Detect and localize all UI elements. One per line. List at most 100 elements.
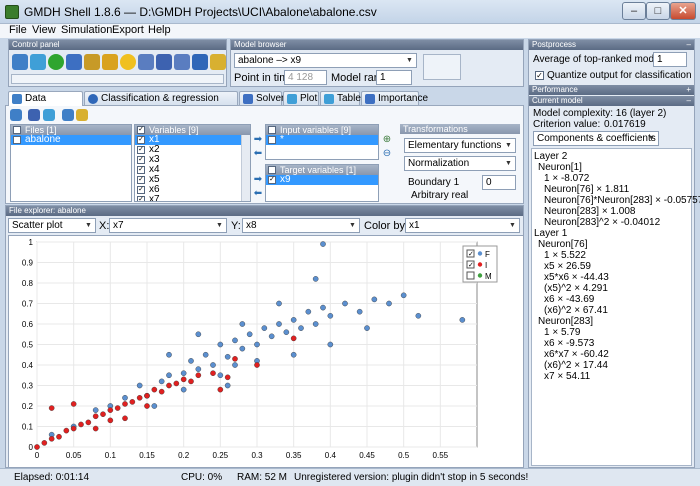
settings-icon[interactable] (174, 54, 190, 70)
next-icon[interactable] (120, 54, 136, 70)
save-icon[interactable] (28, 109, 40, 121)
checkbox[interactable] (268, 136, 276, 144)
play-icon[interactable] (48, 54, 64, 70)
tree-node[interactable]: Neuron[283]^2 × -0.04012 (544, 217, 660, 228)
collapse-icon[interactable]: – (687, 40, 691, 50)
tab-classification[interactable]: Classification & regression preprocess (84, 91, 238, 118)
tree-node[interactable]: x6 × -43.69 (544, 294, 594, 305)
menu-view[interactable]: View (32, 24, 56, 36)
color-by-select[interactable]: x1 ▼ (405, 218, 520, 233)
checkbox[interactable]: ✓ (137, 156, 145, 164)
tab-importance[interactable]: Importance (361, 91, 428, 105)
menu-simulation[interactable]: Simulation (61, 24, 112, 36)
add-icon[interactable]: ⊕ (381, 134, 393, 146)
tree-node[interactable]: Neuron[283] × 1.008 (544, 206, 635, 217)
model-rank-spinner[interactable]: 1 (376, 70, 412, 85)
checkbox[interactable]: ✓ (137, 166, 145, 174)
save-all-icon[interactable] (43, 109, 55, 121)
move-left-icon[interactable]: ⬅ (252, 188, 264, 200)
tree-node[interactable]: Layer 1 (534, 228, 567, 239)
checkbox[interactable]: ✓ (268, 176, 276, 184)
menu-help[interactable]: Help (148, 24, 171, 36)
tree-node[interactable]: 1 × -8.072 (544, 173, 589, 184)
tab-data-manager[interactable]: Data manager (8, 91, 83, 118)
move-right-icon[interactable]: ➡ (252, 134, 264, 146)
save-icon[interactable] (156, 54, 172, 70)
tab-table[interactable]: Table (320, 91, 361, 105)
list-item[interactable]: ✓ x9 (266, 175, 378, 185)
list-item[interactable]: ✓ x7 (135, 195, 250, 201)
tree-node[interactable]: (x5)^2 × 4.291 (544, 283, 608, 294)
tree-node[interactable]: x7 × 54.11 (544, 371, 590, 382)
y-select[interactable]: x8 ▼ (242, 218, 360, 233)
remove-icon[interactable]: ⊖ (381, 148, 393, 160)
open-icon[interactable] (12, 54, 28, 70)
normalization-select[interactable]: Normalization ▼ (404, 156, 516, 171)
checkbox[interactable]: ✓ (137, 176, 145, 184)
nav-buttons-icon[interactable] (423, 54, 461, 80)
checkbox[interactable]: ✓ (137, 136, 145, 144)
collapse-icon[interactable]: – (687, 96, 691, 106)
tree-node[interactable]: (x6)^2 × 17.44 (544, 360, 608, 371)
export-icon[interactable] (66, 54, 82, 70)
checkbox[interactable]: ✓ (137, 186, 145, 194)
tree-node[interactable]: 1 × 5.522 (544, 250, 586, 261)
tree-node[interactable]: Neuron[76]*Neuron[283] × -0.05757 (544, 195, 700, 206)
tree-node[interactable]: x6*x7 × -60.42 (544, 349, 609, 360)
tree-node[interactable]: Neuron[76] (538, 239, 587, 250)
tree-node[interactable]: x5*x6 × -44.43 (544, 272, 609, 283)
plot-type-select[interactable]: Scatter plot ▼ (8, 218, 96, 233)
reload-icon[interactable] (102, 54, 118, 70)
tree-node[interactable]: (x6)^2 × 67.41 (544, 305, 608, 316)
expand-icon[interactable]: + (686, 85, 691, 95)
key-icon[interactable] (210, 54, 226, 70)
tab-plot[interactable]: Plot (283, 91, 319, 105)
tree-node[interactable]: Neuron[76] × 1.811 (544, 184, 629, 195)
checkbox[interactable] (13, 126, 21, 134)
variables-list[interactable]: ✓ Variables [9] ✓ x1 ✓ x2 ✓ x3 ✓ x4 ✓ x5 ✓ x6 ✓… (134, 124, 251, 202)
tree-node[interactable]: Neuron[1] (538, 162, 582, 173)
tree-node[interactable]: x6 × -9.573 (544, 338, 594, 349)
import-icon[interactable] (84, 54, 100, 70)
model-tree[interactable]: Layer 2 Neuron[1] 1 × -8.072 Neuron[76] … (531, 148, 700, 466)
checkbox[interactable] (268, 126, 276, 134)
scrollbar[interactable] (241, 135, 250, 201)
boundary-input[interactable]: 0 (482, 175, 516, 190)
target-variables-list[interactable]: Target variables [1] ✓ x9 (265, 164, 379, 202)
table-icon[interactable] (30, 54, 46, 70)
tree-node[interactable]: x5 × 26.59 (544, 261, 591, 272)
refresh-icon[interactable] (10, 109, 22, 121)
menu-export[interactable]: Export (112, 24, 144, 36)
list-item[interactable]: * (266, 135, 378, 145)
text-icon[interactable] (62, 109, 74, 121)
edit-icon[interactable] (76, 109, 88, 121)
maximize-button[interactable]: □ (646, 2, 670, 20)
move-right-icon[interactable]: ➡ (252, 174, 264, 186)
functions-select[interactable]: Elementary functions ▼ (404, 138, 516, 153)
checkbox[interactable]: ✓ (137, 126, 145, 134)
tree-node[interactable]: Layer 2 (534, 151, 567, 162)
minimize-button[interactable]: – (622, 2, 646, 20)
list-item[interactable]: abalone (11, 135, 131, 145)
components-select[interactable]: Components & coefficients ▼ (533, 131, 659, 146)
checkbox[interactable]: ✓ (137, 196, 145, 201)
checkbox[interactable] (13, 136, 21, 144)
tree-node[interactable]: 1 × 5.79 (544, 327, 580, 338)
move-left-icon[interactable]: ⬅ (252, 148, 264, 160)
model-select[interactable]: abalone –> x9 ▼ (234, 53, 417, 68)
x-select[interactable]: x7 ▼ (109, 218, 227, 233)
files-list[interactable]: Files [1] abalone (10, 124, 132, 202)
help-icon[interactable] (192, 54, 208, 70)
checkbox[interactable] (268, 166, 276, 174)
menu-file[interactable]: File (9, 24, 27, 36)
tree-node[interactable]: Neuron[283] (538, 316, 593, 327)
input-variables-list[interactable]: Input variables [9] * (265, 124, 379, 160)
tab-solver[interactable]: Solver (239, 91, 284, 105)
wrench-icon[interactable] (138, 54, 154, 70)
top-ranked-spinner[interactable]: 1 (653, 52, 687, 67)
data-point-I (232, 356, 238, 362)
close-button[interactable]: ✕ (670, 2, 696, 20)
quantize-checkbox[interactable]: ✓ (535, 71, 544, 80)
checkbox[interactable]: ✓ (137, 146, 145, 154)
point-in-time-spinner[interactable]: 4 128 (284, 70, 327, 85)
